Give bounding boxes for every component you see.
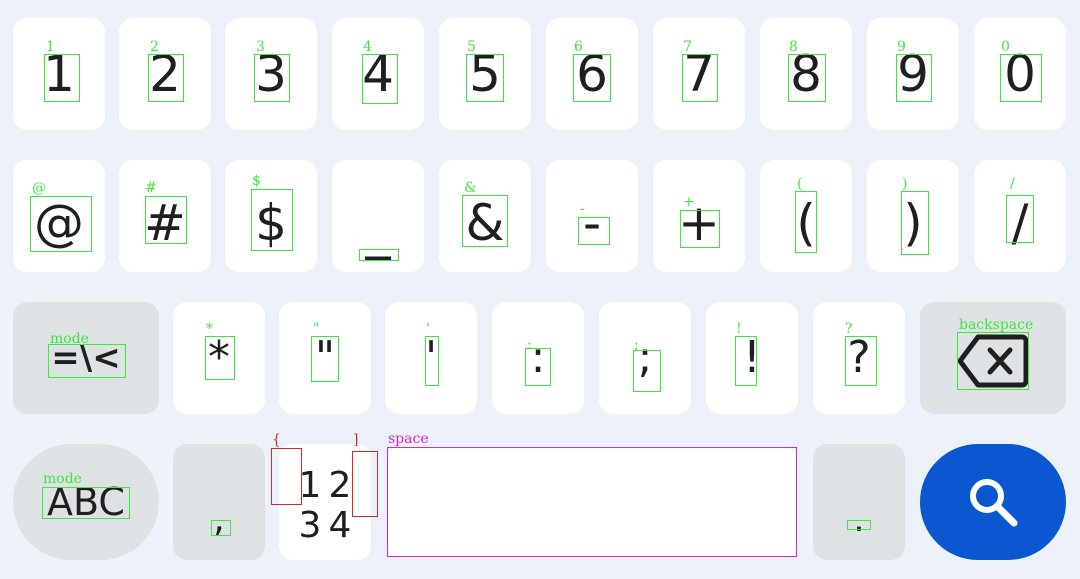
key-label: 7 — [683, 45, 715, 103]
key-1[interactable]: 1 — [13, 18, 105, 130]
key-9[interactable]: 9 — [867, 18, 959, 130]
key-asterisk[interactable]: * — [173, 302, 265, 414]
annotation-label: { — [272, 432, 281, 448]
key-apostrophe[interactable]: ' — [385, 302, 477, 414]
key-plus[interactable]: + — [653, 160, 745, 272]
key-label: @ — [34, 194, 84, 252]
search-button[interactable] — [920, 444, 1066, 560]
key-label: 2 — [149, 45, 181, 103]
numpad-digit: 2 — [328, 465, 352, 506]
numpad-switch-button[interactable]: 1 2 3 4 — [279, 444, 371, 560]
key-comma[interactable]: , — [173, 444, 265, 560]
key-dollar[interactable]: $ — [225, 160, 317, 272]
key-slash[interactable]: / — [974, 160, 1066, 272]
key-6[interactable]: 6 — [546, 18, 638, 130]
key-label: + — [678, 194, 720, 252]
key-label: ' — [424, 332, 438, 383]
key-label: ( — [796, 194, 816, 252]
numpad-digits: 1 2 3 4 — [295, 468, 355, 544]
key-2[interactable]: 2 — [119, 18, 211, 130]
key-label: ? — [847, 332, 871, 383]
key-3[interactable]: 3 — [225, 18, 317, 130]
key-label: =\< — [51, 338, 121, 378]
key-label: 3 — [255, 45, 287, 103]
annotation-label: space — [388, 431, 429, 447]
key-colon[interactable]: : — [492, 302, 584, 414]
key-label: 5 — [469, 45, 501, 103]
space-bar[interactable] — [387, 446, 797, 558]
backspace-icon — [957, 333, 1029, 389]
key-double-quote[interactable]: " — [279, 302, 371, 414]
backspace-button[interactable] — [920, 302, 1066, 414]
key-label: ) — [903, 194, 923, 252]
key-0[interactable]: 0 — [974, 18, 1066, 130]
key-paren-close[interactable]: ) — [867, 160, 959, 272]
search-icon — [966, 475, 1020, 529]
key-label: * — [208, 332, 230, 383]
key-8[interactable]: 8 — [760, 18, 852, 130]
key-label: 0 — [1004, 45, 1036, 103]
key-5[interactable]: 5 — [439, 18, 531, 130]
key-underscore[interactable]: _ — [332, 160, 424, 272]
key-question[interactable]: ? — [813, 302, 905, 414]
key-label: / — [1011, 194, 1029, 252]
key-at[interactable]: @ — [13, 160, 105, 272]
key-paren-open[interactable]: ( — [760, 160, 852, 272]
key-ampersand[interactable]: & — [439, 160, 531, 272]
key-label: _ — [365, 202, 391, 260]
key-label: , — [213, 499, 225, 540]
key-label: " — [314, 332, 336, 383]
numpad-digit: 3 — [298, 505, 322, 546]
mode-abc-button[interactable]: ABC — [13, 444, 159, 560]
key-7[interactable]: 7 — [653, 18, 745, 130]
key-label: : — [530, 332, 546, 383]
numpad-digit: 1 — [298, 465, 322, 506]
key-label: 8 — [790, 45, 822, 103]
key-label: ! — [743, 332, 761, 383]
key-label: 4 — [362, 45, 394, 103]
key-minus[interactable]: - — [546, 160, 638, 272]
key-label: . — [853, 499, 865, 540]
key-label: & — [465, 194, 505, 252]
key-exclamation[interactable]: ! — [706, 302, 798, 414]
key-label: $ — [255, 194, 287, 252]
key-label: 6 — [576, 45, 608, 103]
key-semicolon[interactable]: ; — [599, 302, 691, 414]
key-4[interactable]: 4 — [332, 18, 424, 130]
key-label: 9 — [897, 45, 929, 103]
key-hash[interactable]: # — [119, 160, 211, 272]
key-label: ABC — [47, 480, 125, 524]
key-label: 1 — [43, 45, 75, 103]
key-label: ; — [637, 332, 653, 383]
key-label: - — [582, 194, 602, 252]
key-label: # — [144, 194, 186, 252]
key-period[interactable]: . — [813, 444, 905, 560]
numpad-digit: 4 — [328, 505, 352, 546]
mode-symbols-button[interactable]: =\< — [13, 302, 159, 414]
